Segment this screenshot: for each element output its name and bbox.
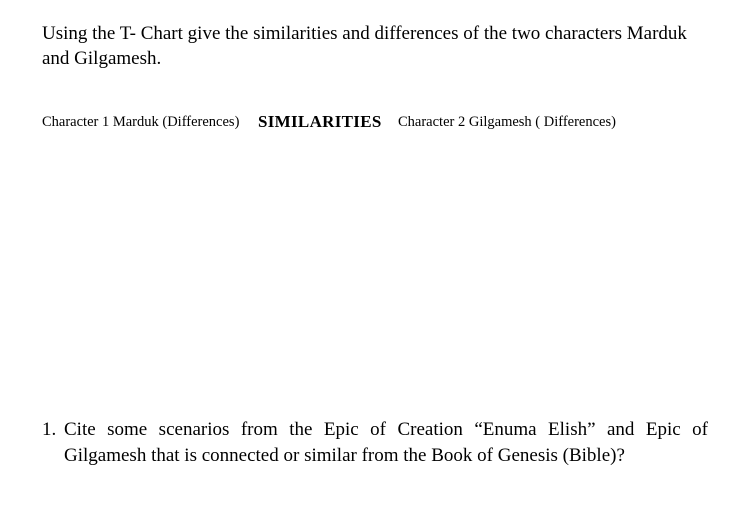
t-chart-header-row: Character 1 Marduk (Differences) SIMILAR… [42, 111, 708, 133]
question-number: 1. [42, 417, 64, 467]
question-text: Cite some scenarios from the Epic of Cre… [64, 417, 708, 467]
t-chart-col2-header: SIMILARITIES [258, 111, 398, 133]
t-chart-col1-header: Character 1 Marduk (Differences) [42, 111, 258, 133]
t-chart-body-area [42, 139, 708, 417]
instructions-text: Using the T- Chart give the similarities… [42, 22, 708, 71]
question-1: 1. Cite some scenarios from the Epic of … [42, 417, 708, 467]
t-chart-col3-header: Character 2 Gilgamesh ( Differences) [398, 111, 708, 133]
